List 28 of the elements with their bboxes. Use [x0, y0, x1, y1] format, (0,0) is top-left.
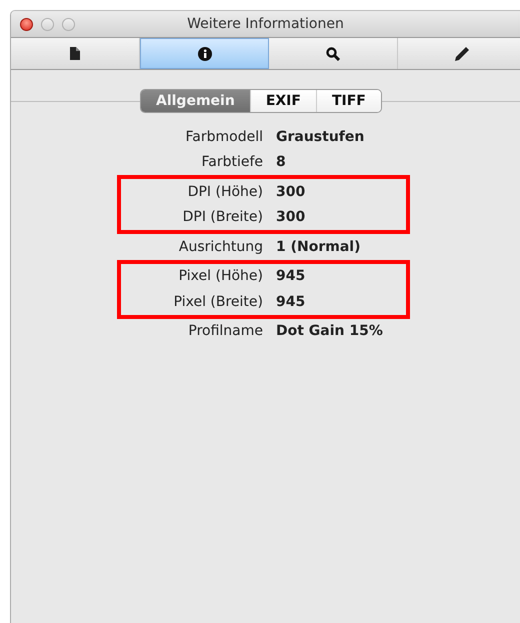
field-label: Farbtiefe: [200, 154, 263, 170]
field-value: Graustufen: [276, 128, 366, 145]
field-value: 300: [276, 184, 306, 200]
document-icon: [70, 47, 80, 60]
info-icon: [198, 46, 212, 60]
field-value: 1 (Normal): [276, 238, 362, 255]
zoom-button[interactable]: [62, 18, 75, 30]
search-icon: [326, 46, 340, 60]
field-value: 300: [276, 209, 306, 226]
field-label: DPI (Breite): [182, 209, 263, 226]
field-label: Pixel (Breite): [172, 294, 263, 310]
field-value: Dot Gain 15%: [276, 323, 384, 340]
field-label: Profilname: [187, 323, 263, 340]
field-value: 945: [276, 268, 306, 284]
field-label: Farbmodell: [184, 128, 263, 145]
field-value: 8: [276, 154, 287, 170]
close-button[interactable]: [20, 18, 33, 30]
field-label: Pixel (Höhe): [178, 268, 263, 284]
minimize-button[interactable]: [41, 18, 54, 30]
toolbar-tab[interactable]: [140, 38, 269, 69]
segment-tab[interactable]: Allgemein: [141, 90, 250, 112]
segment-tab[interactable]: TIFF: [316, 90, 381, 112]
field-value: 945: [276, 294, 306, 310]
pencil-icon: [455, 46, 469, 60]
segment-tab[interactable]: EXIF: [250, 90, 316, 112]
window-title: Weitere Informationen: [187, 16, 344, 32]
field-label: DPI (Höhe): [186, 184, 263, 200]
field-label: Ausrichtung: [178, 238, 263, 255]
